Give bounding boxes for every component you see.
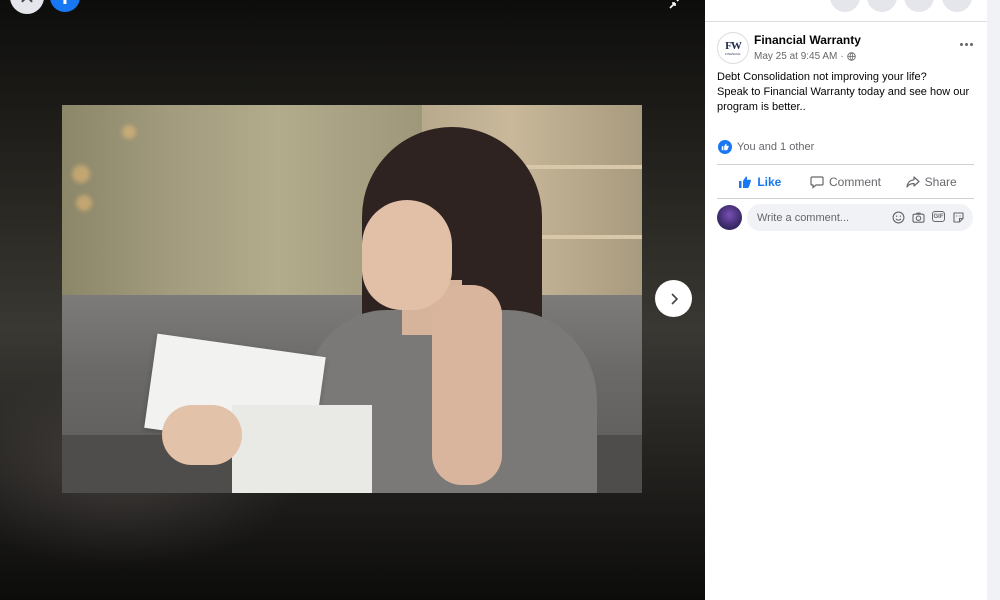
reactions-summary[interactable]: You and 1 other: [718, 140, 814, 154]
top-bar-button[interactable]: [867, 0, 897, 12]
photo-arm: [432, 285, 502, 485]
camera-icon[interactable]: [912, 211, 925, 224]
page-avatar[interactable]: FW FINANCIAL: [717, 32, 749, 64]
emoji-icon[interactable]: [892, 211, 905, 224]
post-text: Debt Consolidation not improving your li…: [717, 70, 975, 115]
post-header: FW FINANCIAL Financial Warranty May 25 a…: [717, 32, 975, 68]
post-text-line: Speak to Financial Warranty today and se…: [717, 86, 970, 113]
post-photo: [62, 105, 642, 493]
comment-input[interactable]: [757, 211, 877, 224]
share-icon: [906, 175, 920, 188]
meta-separator: ·: [840, 51, 844, 62]
current-user-avatar[interactable]: [717, 205, 742, 230]
minimize-button[interactable]: [668, 0, 686, 14]
thumbs-up-icon: [739, 176, 752, 188]
comment-box[interactable]: GIF: [747, 204, 973, 231]
more-options-icon-dot: [969, 42, 973, 46]
page-avatar-logo: FW: [725, 39, 742, 52]
share-button[interactable]: Share: [888, 165, 974, 198]
comment-composer: GIF: [717, 204, 974, 232]
post-actions: Like Comment Share: [717, 164, 974, 199]
reactions-count-text[interactable]: You and 1 other: [737, 141, 814, 153]
page-avatar-subtext: FINANCIAL: [725, 51, 741, 56]
more-options-button[interactable]: [955, 36, 977, 52]
page-name-link[interactable]: Financial Warranty: [754, 33, 861, 47]
like-badge-icon: [718, 140, 732, 154]
bokeh-light: [76, 195, 92, 211]
top-bar-button[interactable]: [830, 0, 860, 12]
minimize-icon: [669, 0, 680, 9]
post-timestamp[interactable]: May 25 at 9:45 AM: [754, 51, 837, 62]
bokeh-light: [122, 125, 136, 139]
next-photo-button[interactable]: [655, 280, 692, 317]
top-bar-button[interactable]: [942, 0, 972, 12]
close-button[interactable]: ✕: [10, 0, 44, 14]
comment-tools: GIF: [892, 211, 965, 224]
photo-hand-on-face: [362, 200, 452, 310]
comment-button[interactable]: Comment: [803, 165, 889, 198]
facebook-logo-icon[interactable]: f: [50, 0, 80, 12]
photo-letter-lower: [232, 405, 372, 493]
chevron-right-icon: [670, 292, 678, 305]
comment-label: Comment: [829, 174, 882, 189]
more-options-icon: [959, 42, 963, 46]
top-bar: [705, 0, 987, 22]
post-panel: FW FINANCIAL Financial Warranty May 25 a…: [705, 0, 987, 600]
post-text-line: Debt Consolidation not improving your li…: [717, 71, 927, 83]
photo-hand-holding-letter: [162, 405, 242, 465]
comment-icon: [810, 175, 824, 189]
share-label: Share: [924, 174, 957, 189]
close-icon: ✕: [19, 0, 36, 10]
globe-icon[interactable]: [847, 52, 856, 61]
page-scroll-edge: [987, 0, 1000, 600]
top-bar-button[interactable]: [904, 0, 934, 12]
photo-viewer: ✕ f: [0, 0, 705, 600]
like-label: Like: [757, 174, 782, 189]
post-meta: May 25 at 9:45 AM ·: [754, 51, 856, 62]
more-options-icon-dot: [964, 42, 968, 46]
like-button[interactable]: Like: [717, 165, 803, 198]
sticker-icon[interactable]: [952, 211, 965, 224]
gif-icon[interactable]: GIF: [932, 211, 945, 222]
bokeh-light: [72, 165, 90, 183]
